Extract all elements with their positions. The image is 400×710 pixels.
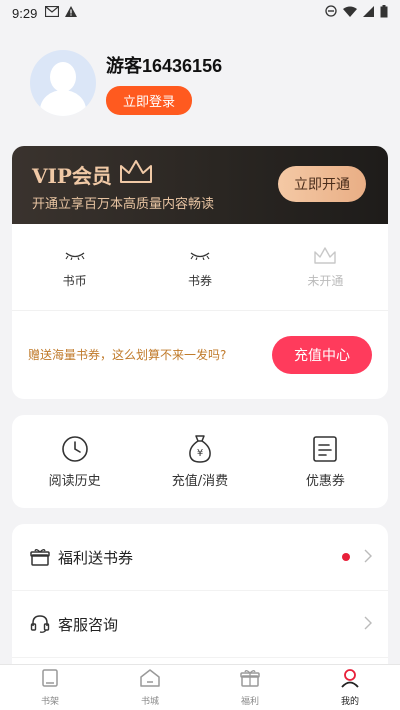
warning-icon bbox=[65, 5, 78, 21]
list-item-customer-service-label: 客服咨询 bbox=[58, 615, 119, 634]
crown-icon bbox=[313, 246, 337, 266]
vip-subtitle: 开通立享百万本高质量内容畅读 bbox=[32, 197, 215, 212]
coupon-icon bbox=[312, 434, 338, 464]
action-recharge-consume[interactable]: ¥ 充值/消费 bbox=[137, 415, 262, 508]
asset-coins[interactable]: 书币 bbox=[12, 224, 137, 310]
status-bar: 9:29 bbox=[0, 0, 400, 26]
dnd-icon bbox=[325, 5, 337, 21]
gmail-icon bbox=[45, 5, 60, 21]
gift-icon bbox=[28, 548, 52, 566]
profile-icon bbox=[340, 668, 360, 692]
profile-header: 游客16436156 立即登录 bbox=[30, 48, 390, 118]
asset-vip-status-label: 未开通 bbox=[307, 273, 344, 288]
action-recharge-consume-label: 充值/消费 bbox=[171, 474, 229, 489]
tab-welfare[interactable]: 福利 bbox=[200, 665, 300, 710]
chevron-right-icon bbox=[364, 548, 372, 567]
asset-coins-label: 书币 bbox=[62, 273, 87, 288]
vip-banner[interactable]: VIP会员 开通立享百万本高质量内容畅读 立即开通 bbox=[12, 146, 388, 224]
bottom-tab-bar: 书架 书城 福利 我的 bbox=[0, 664, 400, 710]
clock-icon bbox=[61, 434, 89, 464]
voucher-value-icon bbox=[189, 246, 211, 266]
tab-mine-label: 我的 bbox=[340, 697, 359, 707]
signal-icon bbox=[363, 5, 374, 21]
list-item-welfare-vouchers[interactable]: 福利送书券 bbox=[12, 524, 388, 591]
action-coupons-label: 优惠券 bbox=[305, 474, 345, 489]
quick-actions: 阅读历史 ¥ 充值/消费 优惠券 bbox=[12, 415, 388, 508]
asset-vouchers-label: 书券 bbox=[187, 273, 212, 288]
wifi-icon bbox=[343, 6, 357, 21]
tab-bookstore-label: 书城 bbox=[140, 697, 159, 707]
tab-bookstore[interactable]: 书城 bbox=[100, 665, 200, 710]
chevron-right-icon bbox=[364, 615, 372, 634]
username: 游客16436156 bbox=[106, 55, 223, 76]
bookstore-icon bbox=[139, 668, 161, 692]
coin-value-icon bbox=[64, 246, 86, 266]
vip-open-button[interactable]: 立即开通 bbox=[278, 166, 366, 202]
headset-icon bbox=[28, 614, 52, 634]
recharge-hint: 赠送海量书券，这么划算不来一发吗? bbox=[28, 348, 227, 362]
avatar[interactable] bbox=[30, 50, 96, 116]
crown-icon bbox=[118, 158, 154, 190]
vip-title: VIP会员 bbox=[32, 164, 112, 188]
bookshelf-icon bbox=[40, 668, 60, 692]
status-time: 9:29 bbox=[12, 5, 38, 21]
tab-bookshelf-label: 书架 bbox=[40, 697, 59, 707]
notification-dot bbox=[342, 553, 350, 561]
list-item-customer-service[interactable]: 客服咨询 bbox=[12, 591, 388, 658]
settings-list: 福利送书券 客服咨询 bbox=[12, 524, 388, 684]
battery-icon bbox=[380, 4, 388, 22]
login-button[interactable]: 立即登录 bbox=[106, 85, 193, 115]
tab-bookshelf[interactable]: 书架 bbox=[0, 665, 100, 710]
asset-vouchers[interactable]: 书券 bbox=[137, 224, 262, 310]
asset-vip-status[interactable]: 未开通 bbox=[263, 224, 388, 310]
recharge-center-button[interactable]: 充值中心 bbox=[272, 335, 372, 374]
action-reading-history[interactable]: 阅读历史 bbox=[12, 415, 137, 508]
vip-card: VIP会员 开通立享百万本高质量内容畅读 立即开通 书币 书券 未开通 赠送海量 bbox=[12, 146, 388, 399]
recharge-row: 赠送海量书券，这么划算不来一发吗? 充值中心 bbox=[12, 311, 388, 398]
gift-icon bbox=[240, 668, 260, 692]
action-coupons[interactable]: 优惠券 bbox=[263, 415, 388, 508]
asset-row: 书币 书券 未开通 bbox=[12, 224, 388, 311]
tab-welfare-label: 福利 bbox=[240, 697, 259, 707]
tab-mine[interactable]: 我的 bbox=[300, 665, 400, 710]
list-item-welfare-vouchers-label: 福利送书券 bbox=[58, 548, 134, 567]
svg-text:¥: ¥ bbox=[197, 448, 203, 459]
money-bag-icon: ¥ bbox=[187, 434, 213, 464]
action-reading-history-label: 阅读历史 bbox=[48, 474, 101, 489]
